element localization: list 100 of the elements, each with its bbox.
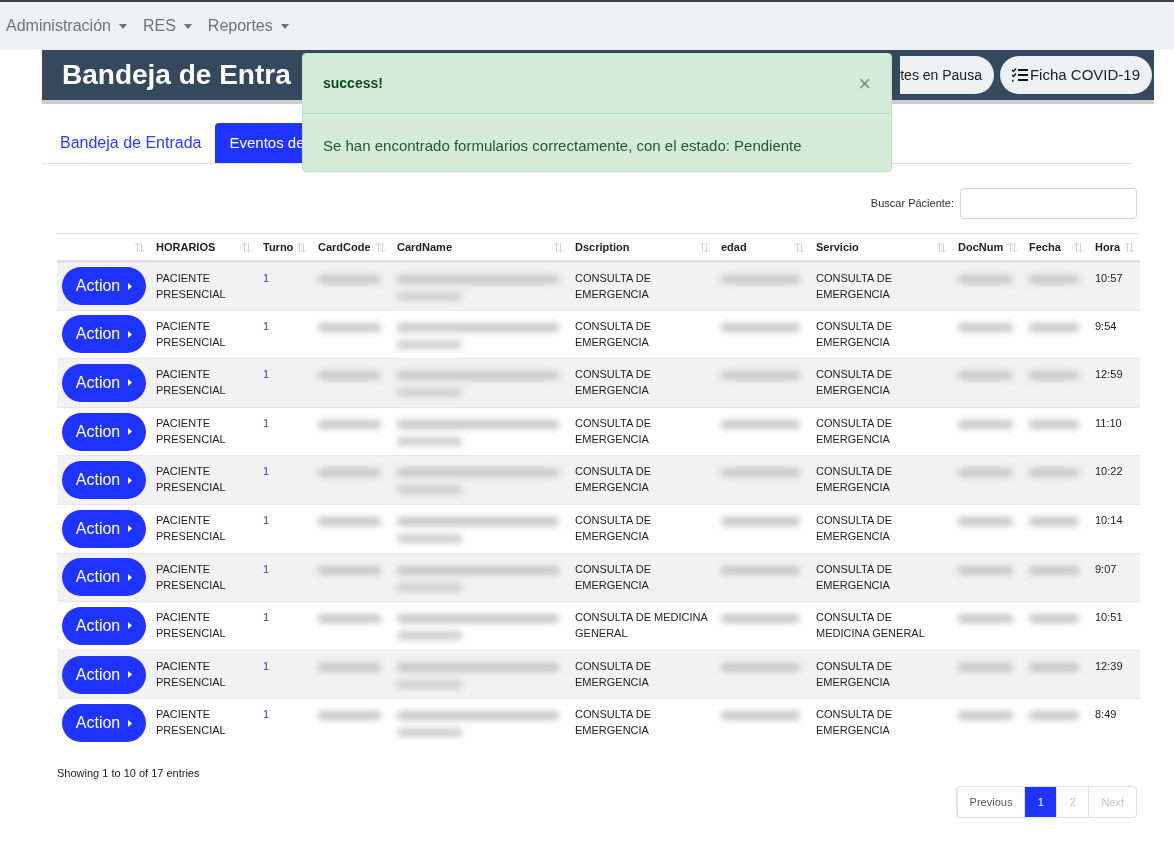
column-header[interactable]: CardCode: [318, 238, 371, 256]
column-header[interactable]: edad: [721, 238, 747, 256]
caret-icon: [118, 23, 127, 29]
table-cell-text: 1: [263, 367, 271, 383]
column-header[interactable]: Dscription: [575, 238, 630, 256]
column-header[interactable]: HORARIOS: [156, 238, 216, 256]
table-cell-text: 10:57: [1095, 271, 1124, 286]
sort-icon: [135, 242, 144, 252]
action-button[interactable]: Action: [62, 315, 146, 354]
entries-info: Showing 1 to 10 of 17 entries: [57, 766, 201, 782]
caret-icon: [280, 23, 289, 29]
page-button[interactable]: 1: [1024, 786, 1057, 817]
table-cell-text: CONSULTA DE EMERGENCIA: [816, 512, 893, 544]
search-field[interactable]: [960, 188, 1137, 219]
column-header[interactable]: CardName: [397, 238, 453, 256]
caret-right-icon: [128, 525, 133, 533]
header-button[interactable]: tes en Pausa: [900, 56, 994, 94]
table-cell-text: 1: [263, 464, 271, 480]
table-cell-text: CONSULTA DE EMERGENCIA: [816, 561, 893, 593]
table-cell-text: CONSULTA DE EMERGENCIA: [575, 367, 652, 399]
column-header[interactable]: Hora: [1095, 238, 1121, 256]
sort-icon: [376, 242, 385, 252]
action-button[interactable]: Action: [62, 606, 146, 645]
caret-icon: [183, 23, 192, 29]
action-button[interactable]: Action: [62, 558, 146, 597]
caret-right-icon: [128, 573, 133, 581]
caret-right-icon: [128, 379, 133, 387]
column-header[interactable]: Servicio: [816, 238, 859, 256]
table-cell-text: CONSULTA DE EMERGENCIA: [575, 464, 652, 496]
table-cell-text: 1: [263, 707, 271, 723]
table-cell-text: PACIENTE PRESENCIAL: [156, 367, 227, 399]
table-cell-text: 10:51: [1095, 610, 1124, 626]
table-cell-text: CONSULTA DE MEDICINA GENERAL: [575, 610, 709, 642]
alert-message: Se han encontrado formularios correctamente, con el estado: Pendiente: [323, 135, 802, 156]
caret-right-icon: [128, 476, 133, 484]
column-header[interactable]: Turno: [263, 238, 294, 256]
sort-icon: [242, 242, 251, 252]
table-cell-text: PACIENTE PRESENCIAL: [156, 610, 227, 642]
caret-right-icon: [128, 719, 133, 727]
header-button[interactable]: Ficha COVID-19: [999, 56, 1152, 94]
tab[interactable]: Bandeja de Entrada: [46, 123, 216, 163]
table-cell-text: 12:39: [1095, 658, 1124, 674]
action-button[interactable]: Action: [62, 364, 146, 402]
checklist-icon: [1011, 68, 1028, 82]
sort-icon: [297, 242, 306, 252]
action-button[interactable]: Action: [62, 655, 146, 694]
table-cell-text: PACIENTE PRESENCIAL: [156, 658, 227, 690]
table-cell-text: 1: [263, 610, 271, 626]
table-cell-text: 12:59: [1095, 367, 1124, 383]
table-cell-text: 1: [263, 658, 271, 674]
sort-icon: [1125, 242, 1134, 252]
search-label: Buscar Páciente:: [870, 196, 954, 212]
table-cell-text: CONSULTA DE EMERGENCIA: [575, 561, 652, 593]
nav-menu[interactable]: Reportes: [207, 14, 289, 38]
action-button[interactable]: Action: [62, 412, 146, 451]
table-cell-text: CONSULTA DE EMERGENCIA: [575, 707, 652, 739]
table-cell-text: PACIENTE PRESENCIAL: [156, 512, 227, 544]
sort-icon: [700, 242, 709, 252]
action-button[interactable]: Action: [62, 461, 146, 500]
table-cell-text: CONSULTA DE EMERGENCIA: [816, 318, 893, 350]
table-cell-text: CONSULTA DE EMERGENCIA: [816, 367, 893, 399]
table-cell-text: 9:07: [1095, 561, 1118, 577]
caret-right-icon: [128, 282, 133, 290]
table-cell-text: 8:49: [1095, 707, 1118, 723]
table-cell-text: 10:14: [1095, 512, 1124, 528]
action-button[interactable]: Action: [62, 267, 146, 306]
action-button[interactable]: Action: [62, 704, 146, 743]
table-cell-text: CONSULTA DE EMERGENCIA: [816, 464, 893, 496]
table-cell-text: CONSULTA DE EMERGENCIA: [816, 415, 893, 447]
table-cell-text: 1: [263, 415, 271, 431]
sort-icon: [937, 242, 946, 252]
nav-menu[interactable]: Administración: [6, 14, 127, 38]
table-cell-text: 9:54: [1095, 318, 1118, 334]
sort-icon: [554, 242, 563, 252]
nav-menu[interactable]: RES: [142, 14, 192, 38]
table-cell-text: CONSULTA DE EMERGENCIA: [816, 271, 893, 302]
caret-right-icon: [128, 622, 133, 630]
sort-icon: [1008, 242, 1017, 252]
caret-right-icon: [128, 671, 133, 679]
table-cell-text: PACIENTE PRESENCIAL: [156, 271, 227, 302]
action-button[interactable]: Action: [62, 509, 146, 548]
caret-right-icon: [128, 330, 133, 338]
table-cell-text: CONSULTA DE EMERGENCIA: [575, 415, 652, 447]
table-cell-text: 1: [263, 271, 271, 286]
column-header[interactable]: Fecha: [1029, 238, 1061, 256]
column-header[interactable]: DocNum: [958, 238, 1004, 256]
table-cell-text: CONSULTA DE EMERGENCIA: [816, 658, 893, 690]
table-cell-text: PACIENTE PRESENCIAL: [156, 561, 227, 593]
table-cell-text: 1: [263, 512, 271, 528]
table-cell-text: CONSULTA DE EMERGENCIA: [575, 271, 652, 302]
table-cell-text: CONSULTA DE EMERGENCIA: [816, 707, 893, 739]
table-cell-text: PACIENTE PRESENCIAL: [156, 464, 227, 496]
sort-icon: [1074, 242, 1083, 252]
sort-icon: [795, 242, 804, 252]
alert-title: success!: [323, 74, 383, 93]
table-cell-text: 10:22: [1095, 464, 1124, 480]
table-cell-text: PACIENTE PRESENCIAL: [156, 415, 227, 447]
table-cell-text: PACIENTE PRESENCIAL: [156, 707, 227, 739]
page-title: Bandeja de Entra: [62, 58, 291, 92]
table-cell-text: PACIENTE PRESENCIAL: [156, 318, 227, 350]
